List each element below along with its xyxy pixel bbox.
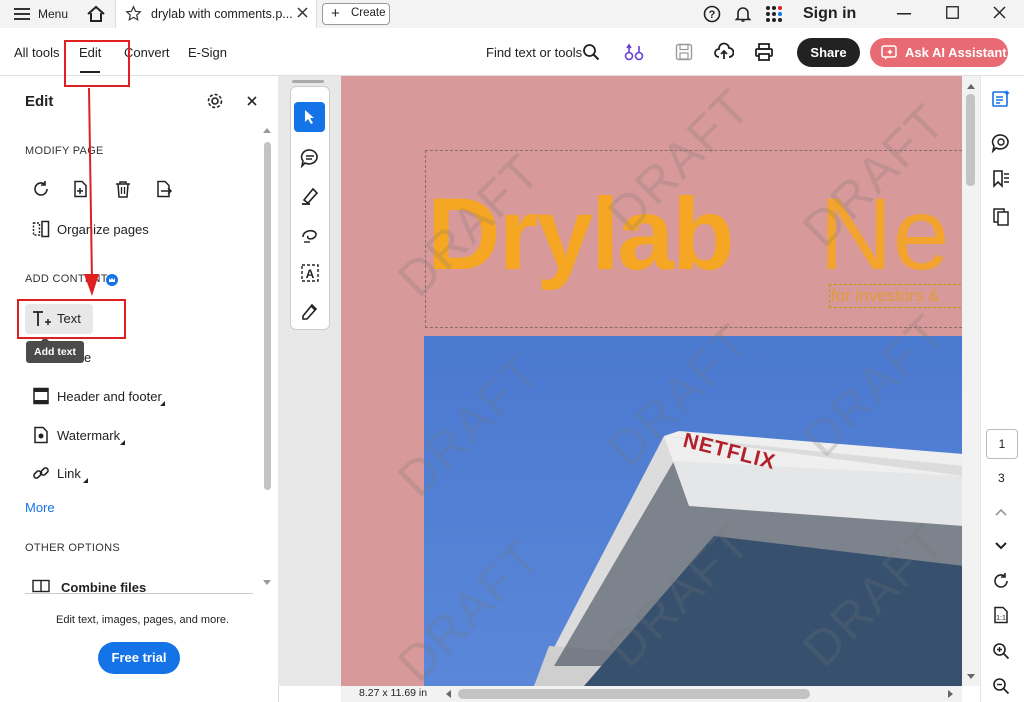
create-button[interactable]: + Create	[322, 3, 390, 25]
close-panel-icon[interactable]	[247, 96, 257, 106]
upload-cloud-icon[interactable]	[714, 42, 734, 62]
actual-size-icon[interactable]: 1:1	[992, 606, 1010, 624]
print-icon[interactable]	[754, 42, 774, 62]
document-vertical-scrollbar[interactable]	[962, 76, 980, 686]
watermark-item[interactable]: Watermark	[57, 428, 120, 443]
svg-text:A: A	[306, 267, 315, 281]
header-footer-icon	[32, 387, 50, 405]
submenu-indicator-icon	[160, 401, 165, 406]
title-bar: Menu drylab with comments.p... + Create …	[0, 0, 1024, 29]
pdf-page[interactable]: Drylab Ne for investors & NETFLIX DRAFT …	[341, 76, 962, 686]
scroll-down-arrow[interactable]	[263, 580, 271, 585]
close-window-icon[interactable]	[993, 6, 1006, 19]
text-box-tool-icon[interactable]: A	[300, 263, 320, 283]
scroll-right-arrow[interactable]	[948, 690, 953, 698]
cursor-arrow-icon	[303, 109, 317, 125]
watermark-icon	[32, 426, 50, 444]
extract-page-icon[interactable]	[155, 180, 173, 198]
divider	[25, 593, 253, 594]
image-item-partial[interactable]: e	[84, 350, 91, 365]
maximize-icon[interactable]	[946, 6, 959, 19]
main-toolbar: All tools Edit Convert E-Sign Find text …	[0, 28, 1024, 76]
organize-pages-icon	[32, 220, 50, 238]
sign-in-link[interactable]: Sign in	[803, 5, 856, 23]
zoom-in-icon[interactable]	[992, 642, 1010, 660]
rotate-page-icon[interactable]	[32, 180, 50, 198]
comment-tool-icon[interactable]	[300, 148, 320, 168]
help-icon[interactable]: ?	[703, 5, 721, 23]
home-icon[interactable]	[86, 4, 106, 24]
horizontal-scrollbar-thumb[interactable]	[458, 689, 810, 699]
compare-tools-icon[interactable]	[624, 42, 644, 62]
search-icon[interactable]	[582, 43, 600, 61]
apps-grid-icon[interactable]	[765, 5, 783, 23]
annotation-box-edit	[64, 40, 130, 87]
current-page-input[interactable]: 1	[986, 429, 1018, 459]
delete-page-icon[interactable]	[114, 180, 132, 198]
total-pages-label: 3	[998, 471, 1005, 485]
zoom-out-icon[interactable]	[992, 677, 1010, 695]
other-options-heading: OTHER OPTIONS	[25, 542, 120, 554]
panel-scrollbar-thumb[interactable]	[264, 142, 271, 490]
nav-e-sign[interactable]: E-Sign	[188, 45, 227, 60]
header-footer-item[interactable]: Header and footer	[57, 389, 162, 404]
right-rail: 1 3 1:1	[980, 76, 1024, 702]
scroll-up-arrow[interactable]	[263, 128, 271, 133]
scroll-left-arrow[interactable]	[446, 690, 451, 698]
fill-sign-tool-icon[interactable]	[300, 301, 320, 321]
scroll-down-arrow[interactable]	[967, 674, 975, 679]
find-text-label[interactable]: Find text or tools	[486, 45, 582, 60]
star-icon[interactable]	[125, 5, 142, 22]
minimize-icon[interactable]	[897, 13, 911, 15]
document-tab[interactable]: drylab with comments.p...	[115, 0, 317, 28]
link-icon	[32, 464, 50, 482]
scroll-up-arrow[interactable]	[967, 84, 975, 89]
highlight-pen-icon[interactable]	[300, 186, 320, 206]
nav-convert[interactable]: Convert	[124, 45, 170, 60]
annotation-box-text-tool	[17, 299, 126, 339]
document-subtitle: for investors &	[831, 286, 940, 305]
create-label: Create	[351, 7, 386, 19]
bookmarks-icon[interactable]	[991, 169, 1011, 189]
svg-text:?: ?	[709, 9, 716, 21]
upsell-text: Edit text, images, pages, and more.	[56, 614, 230, 626]
nav-all-tools[interactable]: All tools	[14, 45, 60, 60]
save-icon[interactable]	[675, 43, 693, 61]
free-trial-button[interactable]: Free trial	[98, 642, 180, 674]
menu-label[interactable]: Menu	[38, 7, 68, 21]
submenu-indicator-icon	[120, 440, 125, 445]
previous-page-icon[interactable]	[995, 508, 1007, 516]
premium-crown-icon	[106, 274, 118, 286]
tab-title: drylab with comments.p...	[151, 7, 293, 21]
draw-freehand-icon[interactable]	[300, 225, 320, 245]
ask-ai-assistant-button[interactable]: Ask AI Assistant	[870, 38, 1008, 67]
close-tab-icon[interactable]	[297, 7, 308, 18]
ai-summary-icon[interactable]	[991, 89, 1011, 109]
edit-tools-panel: Edit MODIFY PAGE Organize pages ADD CONT…	[0, 76, 279, 702]
quick-tools-strip: A	[290, 86, 330, 330]
more-link[interactable]: More	[25, 500, 55, 515]
next-page-icon[interactable]	[995, 542, 1007, 550]
scrollbar-thumb[interactable]	[966, 94, 975, 186]
notification-bell-icon[interactable]	[734, 5, 752, 23]
ai-assistant-icon	[881, 45, 897, 60]
select-tool-button[interactable]	[294, 102, 325, 132]
share-button[interactable]: Share	[797, 38, 860, 67]
link-item[interactable]: Link	[57, 466, 81, 481]
add-text-tooltip: Add text	[26, 341, 84, 363]
hamburger-menu-icon[interactable]	[14, 8, 30, 20]
comments-icon[interactable]	[991, 133, 1011, 153]
ai-button-label: Ask AI Assistant	[905, 45, 1007, 60]
plus-icon: +	[331, 5, 340, 22]
svg-text:1:1: 1:1	[996, 615, 1006, 622]
rotate-view-icon[interactable]	[992, 572, 1010, 590]
annotation-arrow	[84, 87, 99, 296]
panel-title: Edit	[25, 93, 54, 110]
settings-gear-icon[interactable]	[206, 92, 224, 110]
submenu-indicator-icon	[83, 478, 88, 483]
page-size-label: 8.27 x 11.69 in	[359, 687, 428, 699]
document-status-bar: 8.27 x 11.69 in	[341, 686, 962, 702]
page-thumbnails-icon[interactable]	[991, 207, 1011, 227]
toolstrip-grip[interactable]	[292, 80, 324, 83]
